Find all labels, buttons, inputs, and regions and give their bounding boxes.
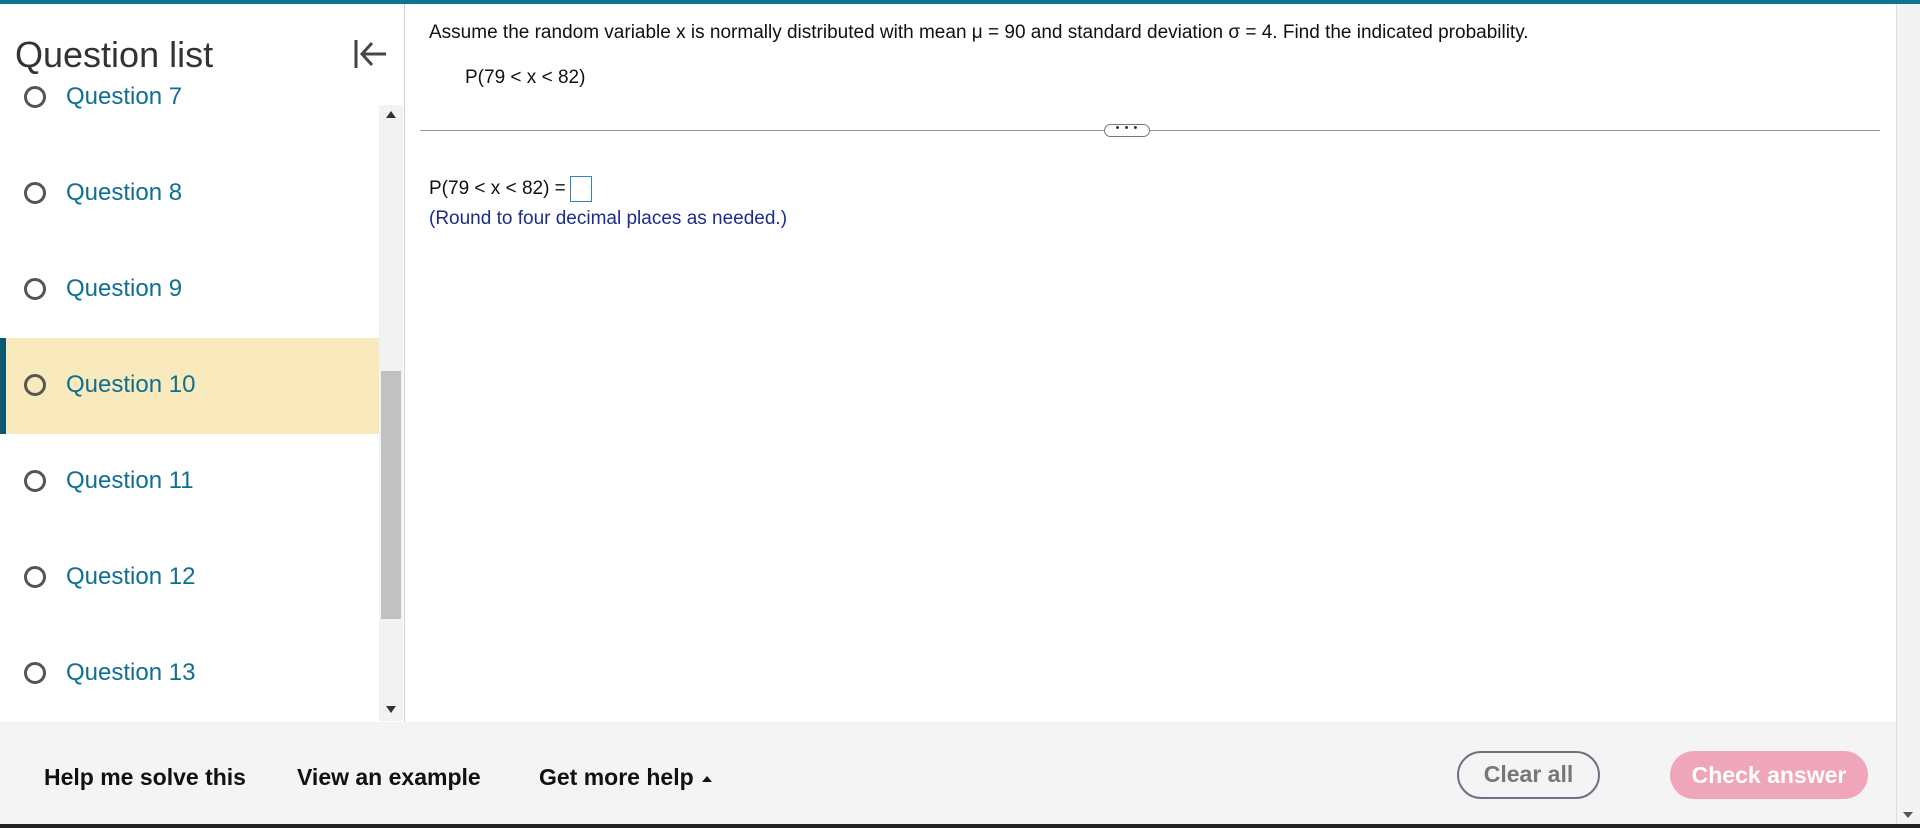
question-item-9[interactable]: Question 9 — [0, 242, 379, 338]
view-example-button[interactable]: View an example — [297, 764, 481, 791]
collapse-left-icon[interactable] — [350, 34, 390, 74]
status-circle-icon — [24, 86, 46, 108]
question-item-11[interactable]: Question 11 — [0, 434, 379, 530]
rounding-hint: (Round to four decimal places as needed.… — [429, 208, 788, 229]
get-more-help-label: Get more help — [539, 764, 694, 790]
check-answer-button[interactable]: Check answer — [1670, 751, 1868, 799]
question-label: Question 9 — [66, 275, 183, 302]
status-circle-icon — [24, 662, 46, 684]
question-item-12[interactable]: Question 12 — [0, 530, 379, 626]
question-label: Question 7 — [66, 84, 183, 110]
question-item-8[interactable]: Question 8 — [0, 146, 379, 242]
question-label: Question 13 — [66, 659, 196, 686]
question-list-scrollbar[interactable] — [379, 105, 403, 721]
question-list: Question 7 Question 8 Question 9 Questio… — [0, 84, 379, 722]
answer-prefix: P(79 < x < 82) = — [429, 178, 566, 199]
probability-expression: P(79 < x < 82) — [465, 67, 586, 88]
clear-all-button[interactable]: Clear all — [1457, 751, 1600, 799]
caret-up-icon — [701, 775, 712, 782]
question-label: Question 11 — [66, 467, 194, 494]
question-label: Question 12 — [66, 563, 196, 590]
page-scroll-down-icon[interactable] — [1903, 812, 1913, 818]
question-item-13[interactable]: Question 13 — [0, 626, 379, 722]
status-circle-icon — [24, 278, 46, 300]
scrollbar-thumb[interactable] — [381, 371, 401, 619]
status-circle-icon — [24, 182, 46, 204]
get-more-help-button[interactable]: Get more help — [539, 764, 712, 791]
status-circle-icon — [24, 374, 46, 396]
panel-divider — [420, 130, 1880, 131]
question-item-7[interactable]: Question 7 — [0, 84, 379, 146]
question-label: Question 10 — [66, 371, 196, 398]
question-list-title: Question list — [15, 34, 214, 75]
scroll-down-arrow-icon[interactable] — [386, 706, 396, 713]
question-list-panel: Question list Question 7 Question 8 Ques… — [0, 4, 405, 722]
answer-input[interactable] — [569, 176, 592, 202]
help-me-solve-button[interactable]: Help me solve this — [44, 764, 246, 791]
answer-row: P(79 < x < 82) = — [429, 176, 592, 202]
question-text: Assume the random variable x is normally… — [429, 22, 1529, 43]
question-panel: Assume the random variable x is normally… — [405, 4, 1895, 722]
bottom-border — [0, 824, 1920, 828]
scroll-up-arrow-icon[interactable] — [386, 111, 396, 118]
question-label: Question 8 — [66, 179, 183, 206]
status-circle-icon — [24, 566, 46, 588]
status-circle-icon — [24, 470, 46, 492]
expand-dots-button[interactable]: • • • — [1104, 123, 1150, 137]
question-item-10[interactable]: Question 10 — [0, 338, 379, 434]
page-scrollbar[interactable] — [1896, 4, 1920, 824]
footer-toolbar: Help me solve this View an example Get m… — [0, 722, 1896, 824]
